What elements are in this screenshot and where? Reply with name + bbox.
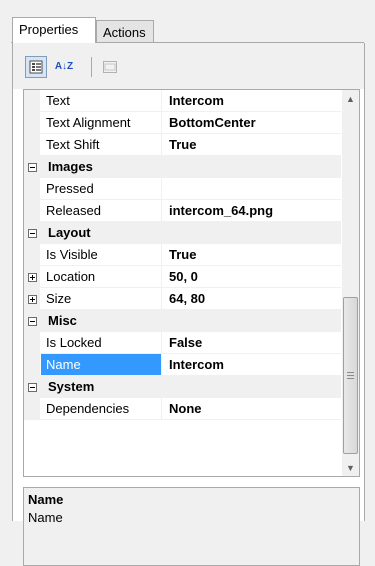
collapse-icon[interactable]: [27, 162, 37, 172]
toolbar-separator: [91, 57, 92, 77]
expand-icon[interactable]: [27, 272, 37, 282]
row-margin: [24, 134, 40, 156]
category-label: Layout: [48, 225, 91, 240]
property-value[interactable]: None: [169, 398, 341, 419]
tab-strip: Properties Actions: [0, 0, 375, 43]
category-images[interactable]: Images: [24, 156, 341, 178]
scrollbar-thumb[interactable]: [343, 297, 358, 454]
property-name[interactable]: Text Alignment: [41, 112, 162, 133]
row-margin: [24, 244, 40, 266]
property-pages-icon: [103, 61, 117, 73]
row-margin: [24, 266, 40, 288]
categorized-view-icon: [29, 60, 43, 74]
row-margin: [24, 200, 40, 222]
property-value[interactable]: intercom_64.png: [169, 200, 341, 221]
row-margin: [24, 112, 40, 134]
property-name[interactable]: Is Visible: [41, 244, 162, 265]
row-margin: [24, 90, 40, 112]
property-name[interactable]: Is Locked: [41, 332, 162, 353]
row-margin: [24, 310, 40, 332]
property-value[interactable]: 50, 0: [169, 266, 341, 287]
category-label: Misc: [48, 313, 77, 328]
collapse-icon[interactable]: [27, 228, 37, 238]
alphabetical-sort-icon: A↓Z: [54, 61, 74, 72]
property-name[interactable]: Size: [41, 288, 162, 309]
categorized-view-button[interactable]: [25, 56, 47, 78]
tab-actions[interactable]: Actions: [96, 20, 154, 43]
row-margin: [24, 376, 40, 398]
property-value[interactable]: Intercom: [169, 90, 341, 111]
property-row-dependencies[interactable]: Dependencies None: [24, 398, 341, 420]
property-name[interactable]: Pressed: [41, 178, 162, 199]
row-margin: [24, 354, 40, 376]
property-value[interactable]: True: [169, 134, 341, 155]
property-value[interactable]: Intercom: [169, 354, 341, 375]
row-margin: [24, 288, 40, 310]
category-layout[interactable]: Layout: [24, 222, 341, 244]
expand-icon[interactable]: [27, 294, 37, 304]
row-margin: [24, 222, 40, 244]
alphabetical-sort-button[interactable]: A↓Z: [53, 56, 75, 78]
row-margin: [24, 398, 40, 420]
row-margin: [24, 156, 40, 178]
property-rows: Text Intercom Text Alignment BottomCenter Te…: [24, 90, 341, 420]
description-pane: Name Name: [23, 487, 360, 566]
property-row-size[interactable]: Size 64, 80: [24, 288, 341, 310]
property-name[interactable]: Text Shift: [41, 134, 162, 155]
property-pages-button[interactable]: [99, 56, 121, 78]
property-value[interactable]: False: [169, 332, 341, 353]
property-row-name[interactable]: Name Intercom: [24, 354, 341, 376]
description-title: Name: [28, 492, 64, 507]
property-name[interactable]: Dependencies: [41, 398, 162, 419]
category-label: Images: [48, 159, 93, 174]
property-row-released[interactable]: Released intercom_64.png: [24, 200, 341, 222]
property-row-text[interactable]: Text Intercom: [24, 90, 341, 112]
property-name[interactable]: Location: [41, 266, 162, 287]
collapse-icon[interactable]: [27, 316, 37, 326]
property-value[interactable]: [169, 178, 341, 199]
property-row-pressed[interactable]: Pressed: [24, 178, 341, 200]
property-row-is-visible[interactable]: Is Visible True: [24, 244, 341, 266]
property-value[interactable]: True: [169, 244, 341, 265]
tab-properties[interactable]: Properties: [12, 17, 96, 43]
property-value[interactable]: 64, 80: [169, 288, 341, 309]
property-row-text-shift[interactable]: Text Shift True: [24, 134, 341, 156]
grip-icon: [347, 372, 354, 379]
property-panel: A↓Z Text Intercom Text Alignment BottomCent…: [12, 43, 365, 566]
property-toolbar: A↓Z: [13, 43, 364, 89]
property-row-is-locked[interactable]: Is Locked False: [24, 332, 341, 354]
vertical-scrollbar[interactable]: ▲ ▼: [342, 90, 359, 476]
property-name[interactable]: Name: [41, 354, 162, 375]
property-name[interactable]: Text: [41, 90, 162, 111]
property-grid[interactable]: Text Intercom Text Alignment BottomCenter Te…: [23, 89, 360, 477]
category-misc[interactable]: Misc: [24, 310, 341, 332]
property-name[interactable]: Released: [41, 200, 162, 221]
category-system[interactable]: System: [24, 376, 341, 398]
row-margin: [24, 332, 40, 354]
scroll-up-icon[interactable]: ▲: [342, 90, 359, 107]
property-row-location[interactable]: Location 50, 0: [24, 266, 341, 288]
property-row-text-alignment[interactable]: Text Alignment BottomCenter: [24, 112, 341, 134]
scroll-down-icon[interactable]: ▼: [342, 459, 359, 476]
collapse-icon[interactable]: [27, 382, 37, 392]
property-value[interactable]: BottomCenter: [169, 112, 341, 133]
category-label: System: [48, 379, 95, 394]
row-margin: [24, 178, 40, 200]
